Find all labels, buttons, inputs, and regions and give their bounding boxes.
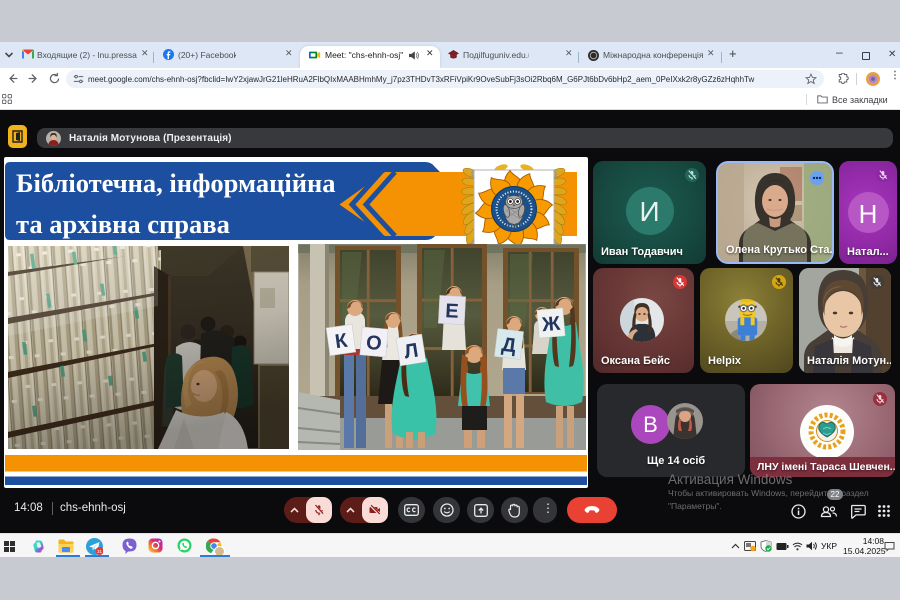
svg-text:Е: Е xyxy=(445,300,459,323)
svg-text:Бібліотечна, інформаційна: Бібліотечна, інформаційна xyxy=(16,168,336,198)
svg-text:31: 31 xyxy=(97,549,103,554)
svg-text:Ж: Ж xyxy=(540,313,562,337)
svg-text:та архівна справа: та архівна справа xyxy=(16,209,230,239)
svg-text:Д: Д xyxy=(500,334,517,358)
svg-text:О: О xyxy=(365,332,382,355)
